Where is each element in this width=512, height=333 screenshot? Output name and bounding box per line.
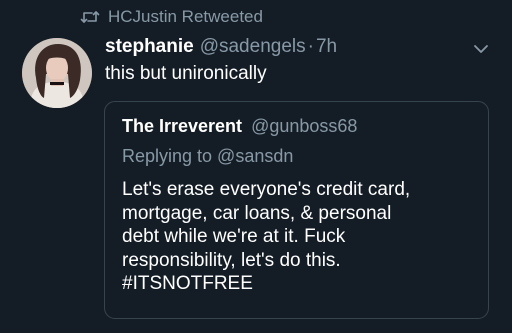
retweet-label[interactable]: HCJustin Retweeted [108,7,263,27]
tweet-timestamp[interactable]: 7h [316,36,337,58]
hashtag-link[interactable]: #ITSNOTFREE [122,272,482,296]
quoted-tweet-header: The Irreverent @gunboss68 [122,116,357,137]
meta-separator: · [307,36,314,57]
tweet-text: this but unironically [105,63,267,84]
quoted-tweet-card[interactable]: The Irreverent @gunboss68 Replying to @s… [104,101,489,319]
author-handle[interactable]: @sadengels [200,36,306,58]
quoted-author-handle: @gunboss68 [251,116,358,136]
quoted-text-line: debt while we're at it. Fuck [122,226,346,247]
quoted-tweet-text: Let's erase everyone's credit card, mort… [122,178,482,296]
replying-to: Replying to @sansdn [122,146,294,166]
avatar[interactable] [22,38,92,108]
quoted-text-line: Let's erase everyone's credit card, [122,179,411,200]
retweet-context: HCJustin Retweeted [80,7,263,27]
quoted-text-line: responsibility, let's do this. [122,249,341,271]
tweet-header: stephanie @sadengels · 7h [105,36,337,58]
quoted-text-line: mortgage, car loans, & personal [122,202,392,224]
quoted-author-name: The Irreverent [122,116,243,136]
retweet-icon [80,10,100,24]
author-name[interactable]: stephanie [105,36,194,58]
chevron-down-icon[interactable] [470,38,492,60]
